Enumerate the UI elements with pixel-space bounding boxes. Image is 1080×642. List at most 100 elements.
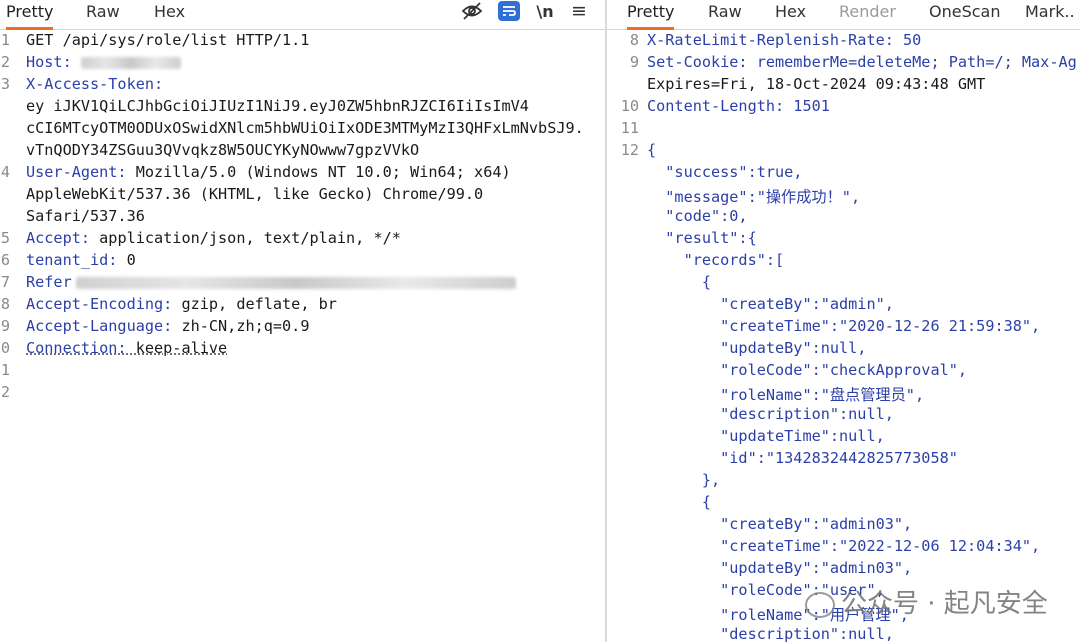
header-value: Mozilla/5.0 (Windows NT 10.0; Win64; x64… [126, 163, 511, 181]
line-number: 4 [0, 163, 10, 181]
response-line: "records":[ [607, 251, 1080, 273]
response-line-text: "updateTime":null, [647, 427, 885, 445]
tab-raw[interactable]: Raw [708, 0, 742, 27]
response-line-text: { [647, 273, 712, 291]
response-line: "message":"操作成功！", [607, 185, 1080, 207]
request-editor[interactable]: 1 GET /api/sys/role/list HTTP/1.1 2 Host… [0, 31, 605, 642]
response-line-text: "description":null, [647, 625, 894, 642]
response-line-text: { [647, 141, 657, 159]
request-line: AppleWebKit/537.36 (KHTML, like Gecko) C… [0, 185, 605, 207]
line-number: 5 [0, 229, 10, 247]
response-line-text: "description":null, [647, 405, 894, 423]
header-name: Accept: [26, 229, 91, 247]
response-line-text: "code":0, [647, 207, 748, 225]
request-line: 4 User-Agent: Mozilla/5.0 (Windows NT 10… [0, 163, 605, 185]
response-panel: Pretty Raw Hex Render OneScan Mark.. 8 X-… [607, 0, 1080, 642]
header-value: keep-alive [126, 339, 228, 357]
request-line: 2 [0, 383, 605, 405]
line-number: 1 [0, 31, 10, 49]
watermark: 公众号 · 起凡安全 [805, 583, 1048, 620]
line-number: 6 [0, 251, 10, 269]
redacted-value [80, 56, 181, 69]
header-name: Refer [26, 273, 72, 291]
line-number: 3 [0, 75, 10, 93]
wrap-lines-icon[interactable] [498, 1, 520, 21]
response-line: "createBy":"admin", [607, 295, 1080, 317]
response-line: { [607, 493, 1080, 515]
response-line: "roleCode":"checkApproval", [607, 361, 1080, 383]
response-line: 11 [607, 119, 1080, 141]
response-line: "id":"1342832442825773058" [607, 449, 1080, 471]
line-number: 1 [0, 361, 10, 379]
tab-pretty[interactable]: Pretty [627, 0, 675, 30]
response-line: "updateBy":null, [607, 339, 1080, 361]
header-value: zh-CN,zh;q=0.9 [172, 317, 310, 335]
line-number: 2 [0, 53, 10, 71]
response-line: "description":null, [607, 405, 1080, 427]
tab-pretty[interactable]: Pretty [6, 0, 54, 30]
response-line-text: "message":"操作成功！", [647, 188, 861, 206]
line-number: 8 [629, 31, 639, 49]
response-line: "description":null, [607, 625, 1080, 642]
response-line-text: { [647, 493, 712, 511]
line-number: 0 [0, 339, 10, 357]
header-name: tenant_id: [26, 251, 118, 269]
response-line: "updateBy":"admin03", [607, 559, 1080, 581]
request-line: 2 Host: [0, 53, 605, 75]
response-line-text: "result":{ [647, 229, 757, 247]
response-line: "code":0, [607, 207, 1080, 229]
line-number: 2 [0, 383, 10, 401]
response-line-text: X-RateLimit-Replenish-Rate: 50 [647, 31, 922, 49]
line-number: 12 [620, 141, 639, 159]
eye-off-icon[interactable] [460, 0, 484, 22]
response-line-text: Content-Length: 1501 [647, 97, 830, 115]
request-line: 7 Refer [0, 273, 605, 295]
line-number: 10 [620, 97, 639, 115]
header-value: application/json, text/plain, */* [90, 229, 401, 247]
response-line: "createBy":"admin03", [607, 515, 1080, 537]
request-line: 1 GET /api/sys/role/list HTTP/1.1 [0, 31, 605, 53]
header-name: User-Agent: [26, 163, 127, 181]
response-line-text: "createBy":"admin03", [647, 515, 913, 533]
request-line: 8 Accept-Encoding: gzip, deflate, br [0, 295, 605, 317]
watermark-text: 公众号 · 起凡安全 [841, 589, 1048, 619]
tab-render: Render [839, 2, 896, 21]
response-line-text: "updateBy":"admin03", [647, 559, 913, 577]
response-line: Expires=Fri, 18-Oct-2024 09:43:48 GMT [607, 75, 1080, 97]
header-name: Accept-Encoding: [26, 295, 173, 313]
response-tab-bar: Pretty Raw Hex Render OneScan Mark.. [607, 0, 1080, 30]
request-tab-bar: Pretty Raw Hex \n ≡ [0, 0, 605, 30]
response-line-text: "updateBy":null, [647, 339, 867, 357]
newline-icon[interactable]: \n [534, 0, 556, 22]
response-editor[interactable]: 8 X-RateLimit-Replenish-Rate: 50 9 Set-Cook… [607, 31, 1080, 642]
request-line: 0 Connection: keep-alive [0, 339, 605, 361]
response-line: "createTime":"2020-12-26 21:59:38", [607, 317, 1080, 339]
response-line-text: "records":[ [647, 251, 785, 269]
response-line-text: "roleName":"盘点管理员", [647, 386, 925, 404]
request-line: 9 Accept-Language: zh-CN,zh;q=0.9 [0, 317, 605, 339]
response-line: "createTime":"2022-12-06 12:04:34", [607, 537, 1080, 559]
header-name: Host: [26, 53, 72, 71]
response-line-text: "createBy":"admin", [647, 295, 894, 313]
response-line-text: "createTime":"2020-12-26 21:59:38", [647, 317, 1041, 335]
line-number: 11 [620, 119, 639, 137]
response-line: "result":{ [607, 229, 1080, 251]
response-line-text: "id":"1342832442825773058" [647, 449, 958, 467]
tab-raw[interactable]: Raw [86, 0, 120, 27]
tab-mark[interactable]: Mark.. [1025, 0, 1075, 27]
menu-icon[interactable]: ≡ [568, 0, 590, 22]
request-line: 6 tenant_id: 0 [0, 251, 605, 273]
tab-hex[interactable]: Hex [775, 0, 806, 27]
token-value: cCI6MTcyOTM0ODUxOSwidXNlcm5hbWUiOiIxODE3… [26, 119, 584, 137]
header-name: X-Access-Token: [26, 75, 164, 93]
response-line: 12 { [607, 141, 1080, 163]
request-line: 3 X-Access-Token: [0, 75, 605, 97]
tab-onescan[interactable]: OneScan [929, 0, 1000, 27]
token-value: ey iJKV1QiLCJhbGciOiJIUzI1NiJ9.eyJ0ZW5hb… [26, 97, 529, 115]
header-value: 0 [117, 251, 136, 269]
header-value: gzip, deflate, br [172, 295, 337, 313]
redacted-value [75, 276, 516, 289]
tab-hex[interactable]: Hex [154, 0, 185, 27]
response-line-text: Set-Cookie: rememberMe=deleteMe; Path=/;… [647, 53, 1077, 71]
header-name: Accept-Language: [26, 317, 173, 335]
